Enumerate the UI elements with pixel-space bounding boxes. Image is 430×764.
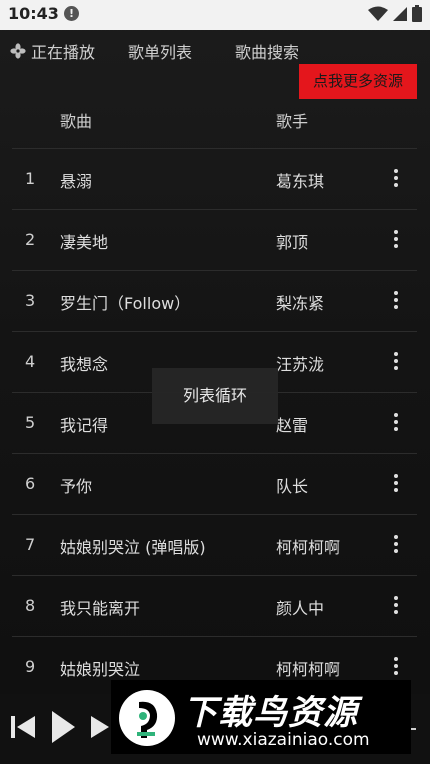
status-bar: 10:43 ! xyxy=(0,0,430,30)
toast-message: 列表循环 xyxy=(152,368,278,424)
song-title: 罗生门（Follow） xyxy=(60,294,191,313)
song-number: 5 xyxy=(25,413,36,432)
song-artist: 葛东琪 xyxy=(276,172,325,191)
more-options-icon[interactable] xyxy=(386,655,406,679)
more-options-icon[interactable] xyxy=(386,472,406,496)
song-artist: 梨冻紧 xyxy=(276,294,325,313)
more-options-icon[interactable] xyxy=(386,411,406,435)
tab-now-playing[interactable]: 正在播放 xyxy=(10,39,95,63)
table-row[interactable]: 2 凄美地 郭顶 xyxy=(12,210,417,271)
battery-icon xyxy=(412,5,422,22)
table-header: 歌曲 歌手 xyxy=(12,100,417,149)
signal-icon xyxy=(393,6,407,21)
table-row[interactable]: 1 悬溺 葛东琪 xyxy=(12,149,417,210)
table-row[interactable]: 6 予你 队长 xyxy=(12,454,417,515)
play-button[interactable] xyxy=(50,710,76,748)
table-row[interactable]: 7 姑娘别哭泣 (弹唱版) 柯柯柯啊 xyxy=(12,515,417,576)
song-artist: 郭顶 xyxy=(276,233,309,252)
table-row[interactable]: 8 我只能离开 颜人中 xyxy=(12,576,417,637)
watermark-overlay: 下载鸟资源 www.xiazainiao.com xyxy=(111,680,411,754)
song-title: 凄美地 xyxy=(60,233,109,252)
more-resources-button[interactable]: 点我更多资源 xyxy=(299,64,417,99)
more-options-icon[interactable] xyxy=(386,594,406,618)
song-artist: 柯柯柯啊 xyxy=(276,538,341,557)
song-number: 4 xyxy=(25,352,36,371)
status-icons xyxy=(368,5,422,22)
song-title: 予你 xyxy=(60,477,93,496)
fan-icon xyxy=(10,43,26,59)
table-row[interactable]: 3 罗生门（Follow） 梨冻紧 xyxy=(12,271,417,332)
song-number: 9 xyxy=(25,657,36,676)
song-title: 姑娘别哭泣 (弹唱版) xyxy=(60,538,206,557)
status-time: 10:43 xyxy=(8,4,59,23)
tab-song-search[interactable]: 歌曲搜索 xyxy=(235,39,299,63)
alert-icon: ! xyxy=(64,6,79,21)
more-options-icon[interactable] xyxy=(386,167,406,191)
wifi-icon xyxy=(368,6,388,21)
column-header-song: 歌曲 xyxy=(60,112,93,131)
tab-playlists[interactable]: 歌单列表 xyxy=(128,39,192,63)
more-options-icon[interactable] xyxy=(386,350,406,374)
song-artist: 队长 xyxy=(276,477,309,496)
tab-now-playing-label: 正在播放 xyxy=(31,43,96,62)
more-options-icon[interactable] xyxy=(386,289,406,313)
song-number: 6 xyxy=(25,474,36,493)
song-number: 2 xyxy=(25,230,36,249)
column-header-artist: 歌手 xyxy=(276,112,309,131)
music-player-screen: 10:43 ! 正在播放 歌单列表 歌曲搜索 点我更多资源 歌曲 歌手 1 悬溺… xyxy=(0,0,430,764)
song-artist: 颜人中 xyxy=(276,599,325,618)
skip-previous-icon xyxy=(11,716,35,738)
song-title: 我记得 xyxy=(60,416,109,435)
watermark-title: 下载鸟资源 xyxy=(183,693,358,733)
more-options-icon[interactable] xyxy=(386,533,406,557)
song-number: 1 xyxy=(25,169,36,188)
song-artist: 柯柯柯啊 xyxy=(276,660,341,679)
song-number: 8 xyxy=(25,596,36,615)
play-icon xyxy=(52,711,75,743)
bird-logo-icon xyxy=(119,690,175,746)
song-number: 3 xyxy=(25,291,36,310)
song-title: 悬溺 xyxy=(60,172,93,191)
song-title: 我只能离开 xyxy=(60,599,141,618)
previous-track-button[interactable] xyxy=(10,714,36,744)
more-options-icon[interactable] xyxy=(386,228,406,252)
watermark-url: www.xiazainiao.com xyxy=(197,730,370,750)
song-artist: 汪苏泷 xyxy=(276,355,325,374)
song-title: 我想念 xyxy=(60,355,109,374)
song-artist: 赵雷 xyxy=(276,416,309,435)
song-number: 7 xyxy=(25,535,36,554)
song-title: 姑娘别哭泣 xyxy=(60,660,141,679)
